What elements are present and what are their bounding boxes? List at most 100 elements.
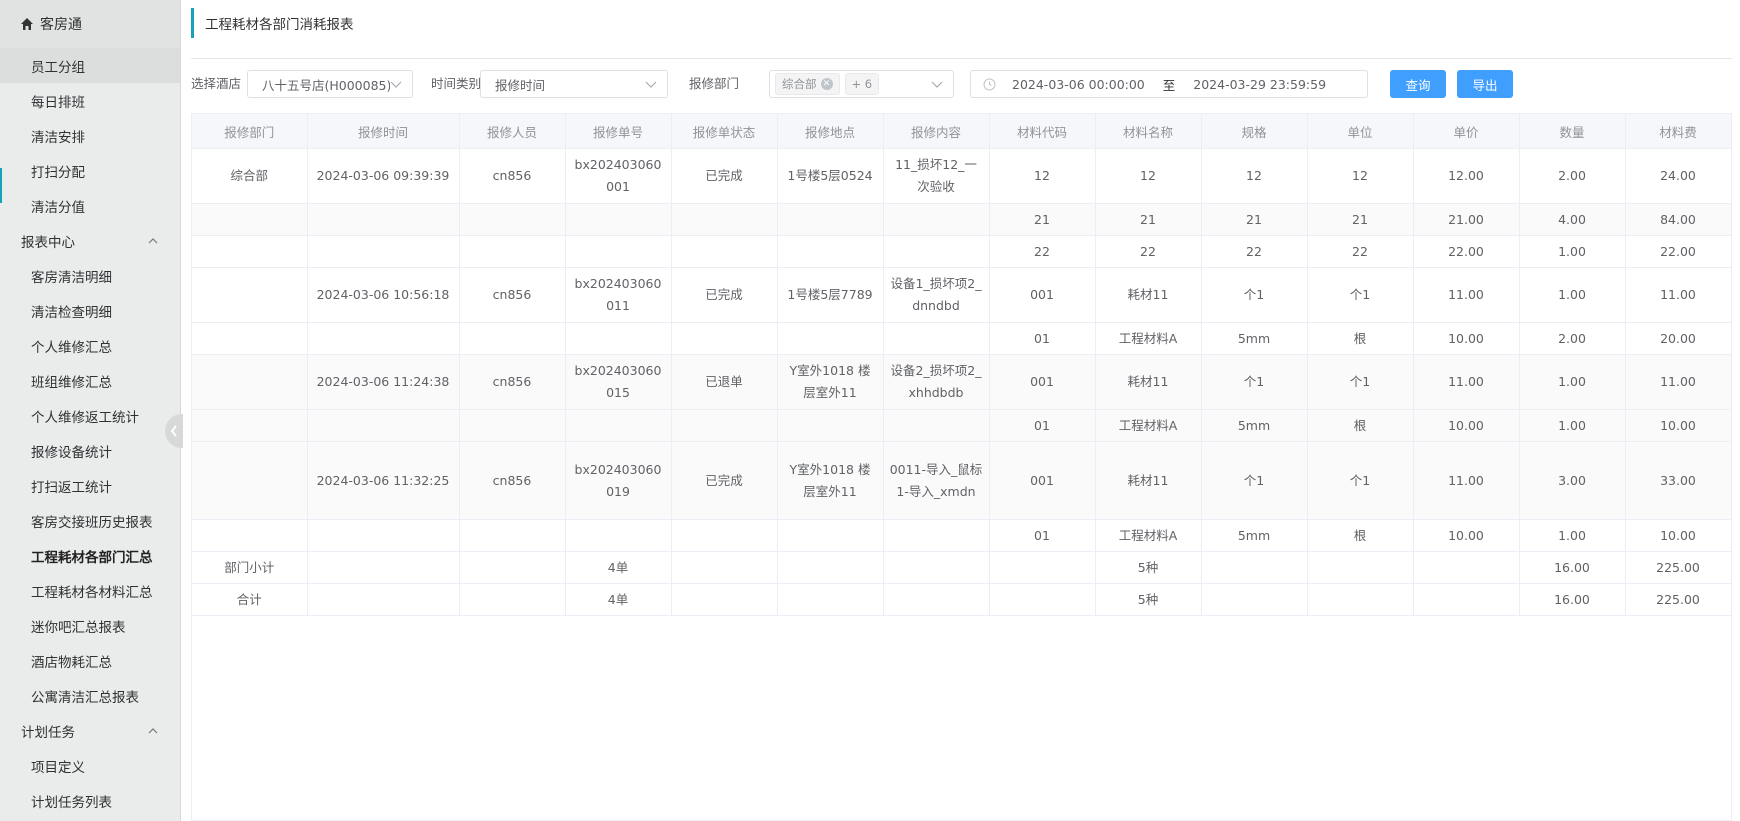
export-button[interactable]: 导出 xyxy=(1457,70,1513,98)
date-range-picker[interactable]: 2024-03-06 00:00:00 至 2024-03-29 23:59:5… xyxy=(970,70,1368,98)
dept-more-tag: + 6 xyxy=(844,73,880,95)
table-cell: 21 xyxy=(1095,203,1202,236)
table-cell xyxy=(671,583,778,616)
sidebar-item-cleaning-score[interactable]: 清洁分值 xyxy=(0,188,180,223)
column-header: 报修单状态 xyxy=(671,114,778,149)
page-title: 工程耗材各部门消耗报表 xyxy=(191,8,1721,38)
sidebar-item-label: 清洁安排 xyxy=(31,129,85,146)
time-type-select[interactable]: 报修时间 xyxy=(480,70,668,98)
column-header: 材料名称 xyxy=(1095,114,1202,149)
table-header-row: 报修部门 报修时间 报修人员 报修单号 报修单状态 报修地点 报修内容 材料代码… xyxy=(192,114,1732,149)
sidebar-item-report[interactable]: 清洁检查明细 xyxy=(0,293,180,328)
table-cell xyxy=(1201,551,1308,584)
sidebar-item-task[interactable]: 项目定义 xyxy=(0,748,180,783)
table-cell xyxy=(565,203,672,236)
dept-select[interactable]: 综合部 ✕ + 6 xyxy=(769,70,954,98)
table-cell: 个1 xyxy=(1201,354,1308,410)
table-cell xyxy=(883,235,990,268)
table-cell: 1号楼5层0524 xyxy=(777,148,884,204)
sidebar-item-label: 个人维修汇总 xyxy=(31,339,112,356)
table-cell: 21 xyxy=(1307,203,1414,236)
chevron-left-icon xyxy=(170,425,177,437)
table-cell: 1号楼5层7789 xyxy=(777,267,884,323)
sidebar-item-daily-schedule[interactable]: 每日排班 xyxy=(0,83,180,118)
sidebar-item-label: 工程耗材各部门汇总 xyxy=(31,549,153,566)
table-cell xyxy=(777,519,884,552)
table-cell: 个1 xyxy=(1307,441,1414,520)
sidebar-item-report[interactable]: 客房交接班历史报表 xyxy=(0,503,180,538)
table-cell: 10.00 xyxy=(1413,519,1520,552)
sidebar-item-label: 迷你吧汇总报表 xyxy=(31,619,126,636)
hotel-select[interactable]: 八十五号店(H000085) xyxy=(247,70,413,98)
report-table: 报修部门 报修时间 报修人员 报修单号 报修单状态 报修地点 报修内容 材料代码… xyxy=(191,113,1732,821)
table-cell: 工程材料A xyxy=(1095,519,1202,552)
table-cell: 01 xyxy=(989,322,1096,355)
sidebar-item-cleaning-plan[interactable]: 清洁安排 xyxy=(0,118,180,153)
sidebar-item-report[interactable]: 个人维修返工统计 xyxy=(0,398,180,433)
table-cell: 225.00 xyxy=(1625,551,1732,584)
sidebar-item-label: 个人维修返工统计 xyxy=(31,409,139,426)
date-start: 2024-03-06 00:00:00 xyxy=(1012,76,1145,92)
column-header: 材料代码 xyxy=(989,114,1096,149)
table-cell xyxy=(777,322,884,355)
table-cell: 21 xyxy=(989,203,1096,236)
time-type-value: 报修时间 xyxy=(495,77,546,93)
table-cell xyxy=(671,203,778,236)
table-cell xyxy=(307,322,460,355)
table-cell xyxy=(1413,551,1520,584)
sidebar-item-report[interactable]: 迷你吧汇总报表 xyxy=(0,608,180,643)
sidebar-item-label: 项目定义 xyxy=(31,759,85,776)
table-cell: 耗材11 xyxy=(1095,267,1202,323)
main-content: 工程耗材各部门消耗报表 选择酒店 八十五号店(H000085) 时间类别 报修时… xyxy=(181,0,1740,821)
table-cell: 10.00 xyxy=(1625,519,1732,552)
table-cell: 5种 xyxy=(1095,583,1202,616)
table-cell: 22 xyxy=(989,235,1096,268)
table-cell: 已完成 xyxy=(671,267,778,323)
table-cell: 4单 xyxy=(565,583,672,616)
sidebar-item-report[interactable]: 公寓清洁汇总报表 xyxy=(0,678,180,713)
sidebar-item-task[interactable]: 计划任务列表 xyxy=(0,783,180,818)
table-cell: 12 xyxy=(1307,148,1414,204)
chevron-down-icon xyxy=(931,81,943,88)
table-cell: 工程材料A xyxy=(1095,409,1202,442)
sidebar-header[interactable]: 客房通 xyxy=(0,0,180,48)
table-cell xyxy=(459,551,566,584)
sidebar-group-tasks[interactable]: 计划任务 xyxy=(0,713,180,748)
sidebar-item-report-active[interactable]: 工程耗材各部门汇总 xyxy=(0,538,180,573)
sidebar-item-cleaning-assign[interactable]: 打扫分配 xyxy=(0,153,180,188)
table-row: 2024-03-06 10:56:18 cn856 bx202403060011 已完… xyxy=(192,267,1732,323)
sidebar-item-report[interactable]: 客房清洁明细 xyxy=(0,258,180,293)
table-row: 2024-03-06 11:24:38 cn856 bx202403060015 已退… xyxy=(192,354,1732,410)
table-cell: 根 xyxy=(1307,409,1414,442)
table-cell: 01 xyxy=(989,409,1096,442)
sidebar-item-label: 打扫分配 xyxy=(31,164,85,181)
table-cell xyxy=(671,409,778,442)
table-cell xyxy=(777,235,884,268)
table-cell: 1.00 xyxy=(1519,409,1626,442)
sidebar-item-report[interactable]: 个人维修汇总 xyxy=(0,328,180,363)
table-cell: 已退单 xyxy=(671,354,778,410)
table-cell: 22 xyxy=(1307,235,1414,268)
sidebar-item-report[interactable]: 酒店物耗汇总 xyxy=(0,643,180,678)
table-cell: 16.00 xyxy=(1519,551,1626,584)
sidebar-group-reports[interactable]: 报表中心 xyxy=(0,223,180,258)
chevron-up-icon xyxy=(148,727,158,733)
time-type-label: 时间类别 xyxy=(431,76,482,91)
sidebar-item-report[interactable]: 打扫返工统计 xyxy=(0,468,180,503)
sidebar-item-report[interactable]: 班组维修汇总 xyxy=(0,363,180,398)
table-cell xyxy=(565,409,672,442)
table-cell xyxy=(1201,583,1308,616)
sidebar-item-label: 计划任务列表 xyxy=(31,794,112,811)
sidebar-item-label: 工程耗材各材料汇总 xyxy=(31,584,153,601)
query-button[interactable]: 查询 xyxy=(1390,70,1446,98)
tag-close-icon[interactable]: ✕ xyxy=(820,78,833,90)
dept-label: 报修部门 xyxy=(689,76,740,91)
table-row: 21 21 21 21 21.00 4.00 84.00 xyxy=(192,203,1732,236)
sidebar-item-staff-group[interactable]: 员工分组 xyxy=(0,48,180,83)
table-cell: 个1 xyxy=(1307,354,1414,410)
table-cell: 2024-03-06 10:56:18 xyxy=(307,267,460,323)
sidebar-header-label: 客房通 xyxy=(40,17,82,33)
sidebar-item-report[interactable]: 报修设备统计 xyxy=(0,433,180,468)
sidebar-item-label: 客房交接班历史报表 xyxy=(31,514,153,531)
sidebar-item-report[interactable]: 工程耗材各材料汇总 xyxy=(0,573,180,608)
